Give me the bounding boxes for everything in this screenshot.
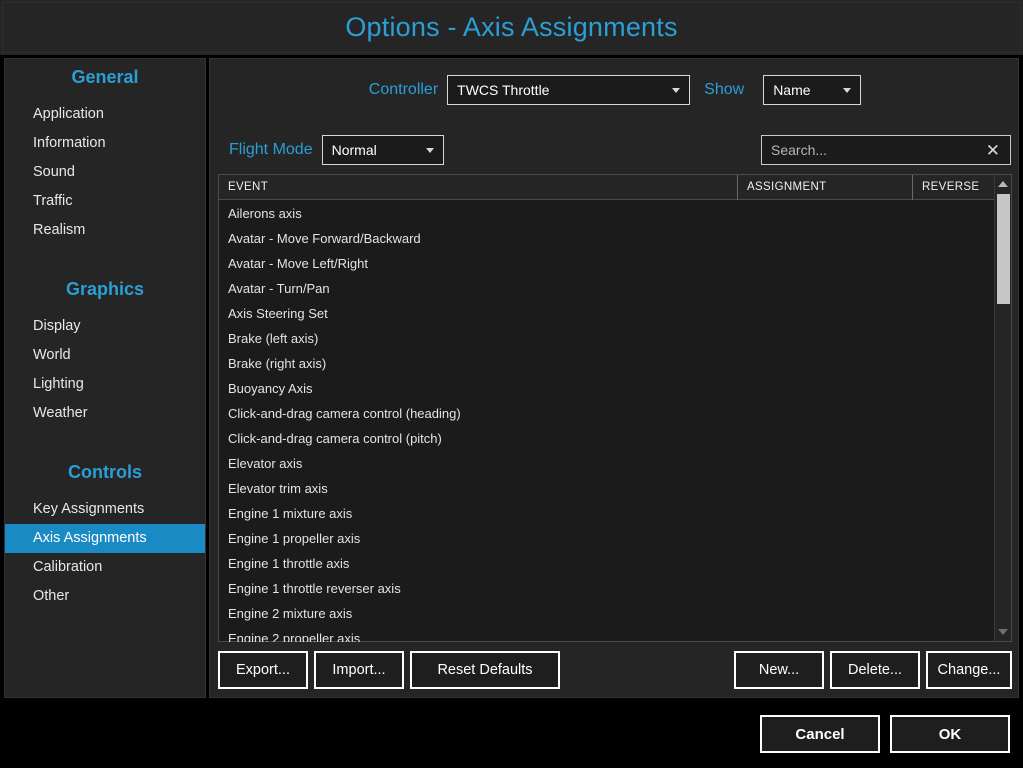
table-row[interactable]: Avatar - Move Left/Right: [219, 251, 995, 276]
sidebar-item-key-assignments[interactable]: Key Assignments: [5, 495, 205, 524]
table-row[interactable]: Elevator axis: [219, 451, 995, 476]
new-button[interactable]: New...: [734, 651, 824, 689]
table-row[interactable]: Axis Steering Set: [219, 301, 995, 326]
controller-label: Controller: [368, 81, 439, 98]
table-row[interactable]: Engine 2 propeller axis: [219, 626, 995, 642]
sidebar-item-information[interactable]: Information: [5, 129, 205, 158]
sidebar-item-realism[interactable]: Realism: [5, 216, 205, 245]
assignments-table: EVENT ASSIGNMENT REVERSE Ailerons axis A…: [218, 174, 1012, 642]
sidebar-item-lighting[interactable]: Lighting: [5, 370, 205, 399]
change-button[interactable]: Change...: [926, 651, 1012, 689]
flight-mode-label: Flight Mode: [229, 141, 313, 158]
table-row[interactable]: Engine 1 throttle reverser axis: [219, 576, 995, 601]
sidebar-item-display[interactable]: Display: [5, 312, 205, 341]
controller-selected-value: TWCS Throttle: [457, 82, 550, 98]
table-row[interactable]: Brake (right axis): [219, 351, 995, 376]
page-title: Options - Axis Assignments: [345, 12, 678, 42]
show-select[interactable]: Name: [763, 75, 862, 105]
triangle-up-icon: [998, 181, 1008, 187]
table-body: Ailerons axis Avatar - Move Forward/Back…: [219, 201, 995, 642]
chevron-down-icon: [425, 148, 434, 153]
search-box[interactable]: ✕: [761, 135, 1011, 165]
table-row[interactable]: Click-and-drag camera control (pitch): [219, 426, 995, 451]
flight-mode-group: Flight Mode Normal: [229, 135, 444, 165]
flight-mode-selected-value: Normal: [331, 142, 377, 158]
sidebar-item-traffic[interactable]: Traffic: [5, 187, 205, 216]
sidebar-group-title-general: General: [71, 67, 139, 87]
sidebar-item-sound[interactable]: Sound: [5, 158, 205, 187]
title-bar: Options - Axis Assignments: [0, 0, 1023, 55]
table-row[interactable]: Buoyancy Axis: [219, 376, 995, 401]
table-row[interactable]: Ailerons axis: [219, 201, 995, 226]
sidebar-item-other[interactable]: Other: [5, 582, 205, 611]
dialog-footer: Cancel OK: [0, 700, 1023, 768]
sidebar-item-world[interactable]: World: [5, 341, 205, 370]
table-row[interactable]: Click-and-drag camera control (heading): [219, 401, 995, 426]
sidebar-item-axis-assignments[interactable]: Axis Assignments: [5, 524, 205, 553]
table-row[interactable]: Engine 1 throttle axis: [219, 551, 995, 576]
table-row[interactable]: Engine 1 propeller axis: [219, 526, 995, 551]
column-header-reverse[interactable]: REVERSE: [912, 175, 995, 200]
controller-select[interactable]: TWCS Throttle: [447, 75, 691, 105]
table-row[interactable]: Engine 1 mixture axis: [219, 501, 995, 526]
flight-mode-select[interactable]: Normal: [321, 135, 444, 165]
table-scrollbar[interactable]: [994, 175, 1011, 641]
table-header-row: EVENT ASSIGNMENT REVERSE: [219, 175, 1011, 200]
close-icon[interactable]: ✕: [984, 142, 1002, 159]
sidebar-item-application[interactable]: Application: [5, 100, 205, 129]
table-row[interactable]: Engine 2 mixture axis: [219, 601, 995, 626]
sidebar-item-calibration[interactable]: Calibration: [5, 553, 205, 582]
triangle-down-icon: [998, 629, 1008, 635]
export-button[interactable]: Export...: [218, 651, 308, 689]
scrollbar-thumb[interactable]: [997, 194, 1010, 304]
action-button-row: Export... Import... Reset Defaults New..…: [210, 651, 1020, 691]
chevron-down-icon: [843, 88, 852, 93]
search-input[interactable]: [771, 142, 984, 158]
column-header-assignment[interactable]: ASSIGNMENT: [737, 175, 912, 200]
main-panel: Controller TWCS Throttle Show Name Fligh…: [209, 58, 1019, 698]
import-button[interactable]: Import...: [314, 651, 404, 689]
show-label: Show: [704, 81, 745, 98]
delete-button[interactable]: Delete...: [830, 651, 920, 689]
table-row[interactable]: Avatar - Turn/Pan: [219, 276, 995, 301]
sidebar-group-title-graphics: Graphics: [65, 279, 145, 299]
sidebar-item-weather[interactable]: Weather: [5, 399, 205, 428]
reset-defaults-button[interactable]: Reset Defaults: [410, 651, 560, 689]
table-row[interactable]: Avatar - Move Forward/Backward: [219, 226, 995, 251]
cancel-button[interactable]: Cancel: [760, 715, 880, 753]
show-selected-value: Name: [773, 82, 811, 98]
ok-button[interactable]: OK: [890, 715, 1010, 753]
table-row[interactable]: Brake (left axis): [219, 326, 995, 351]
table-row[interactable]: Elevator trim axis: [219, 476, 995, 501]
column-header-event[interactable]: EVENT: [219, 175, 737, 200]
controller-row: Controller TWCS Throttle Show Name: [210, 73, 1020, 107]
sidebar-group-title-controls: Controls: [68, 462, 142, 482]
sidebar: General Application Information Sound Tr…: [4, 58, 206, 698]
flight-mode-row: Flight Mode Normal ✕: [210, 135, 1020, 167]
scroll-down-button[interactable]: [995, 624, 1011, 640]
options-dialog: Options - Axis Assignments General Appli…: [0, 0, 1023, 768]
scroll-up-button[interactable]: [995, 176, 1011, 192]
chevron-down-icon: [672, 88, 681, 93]
